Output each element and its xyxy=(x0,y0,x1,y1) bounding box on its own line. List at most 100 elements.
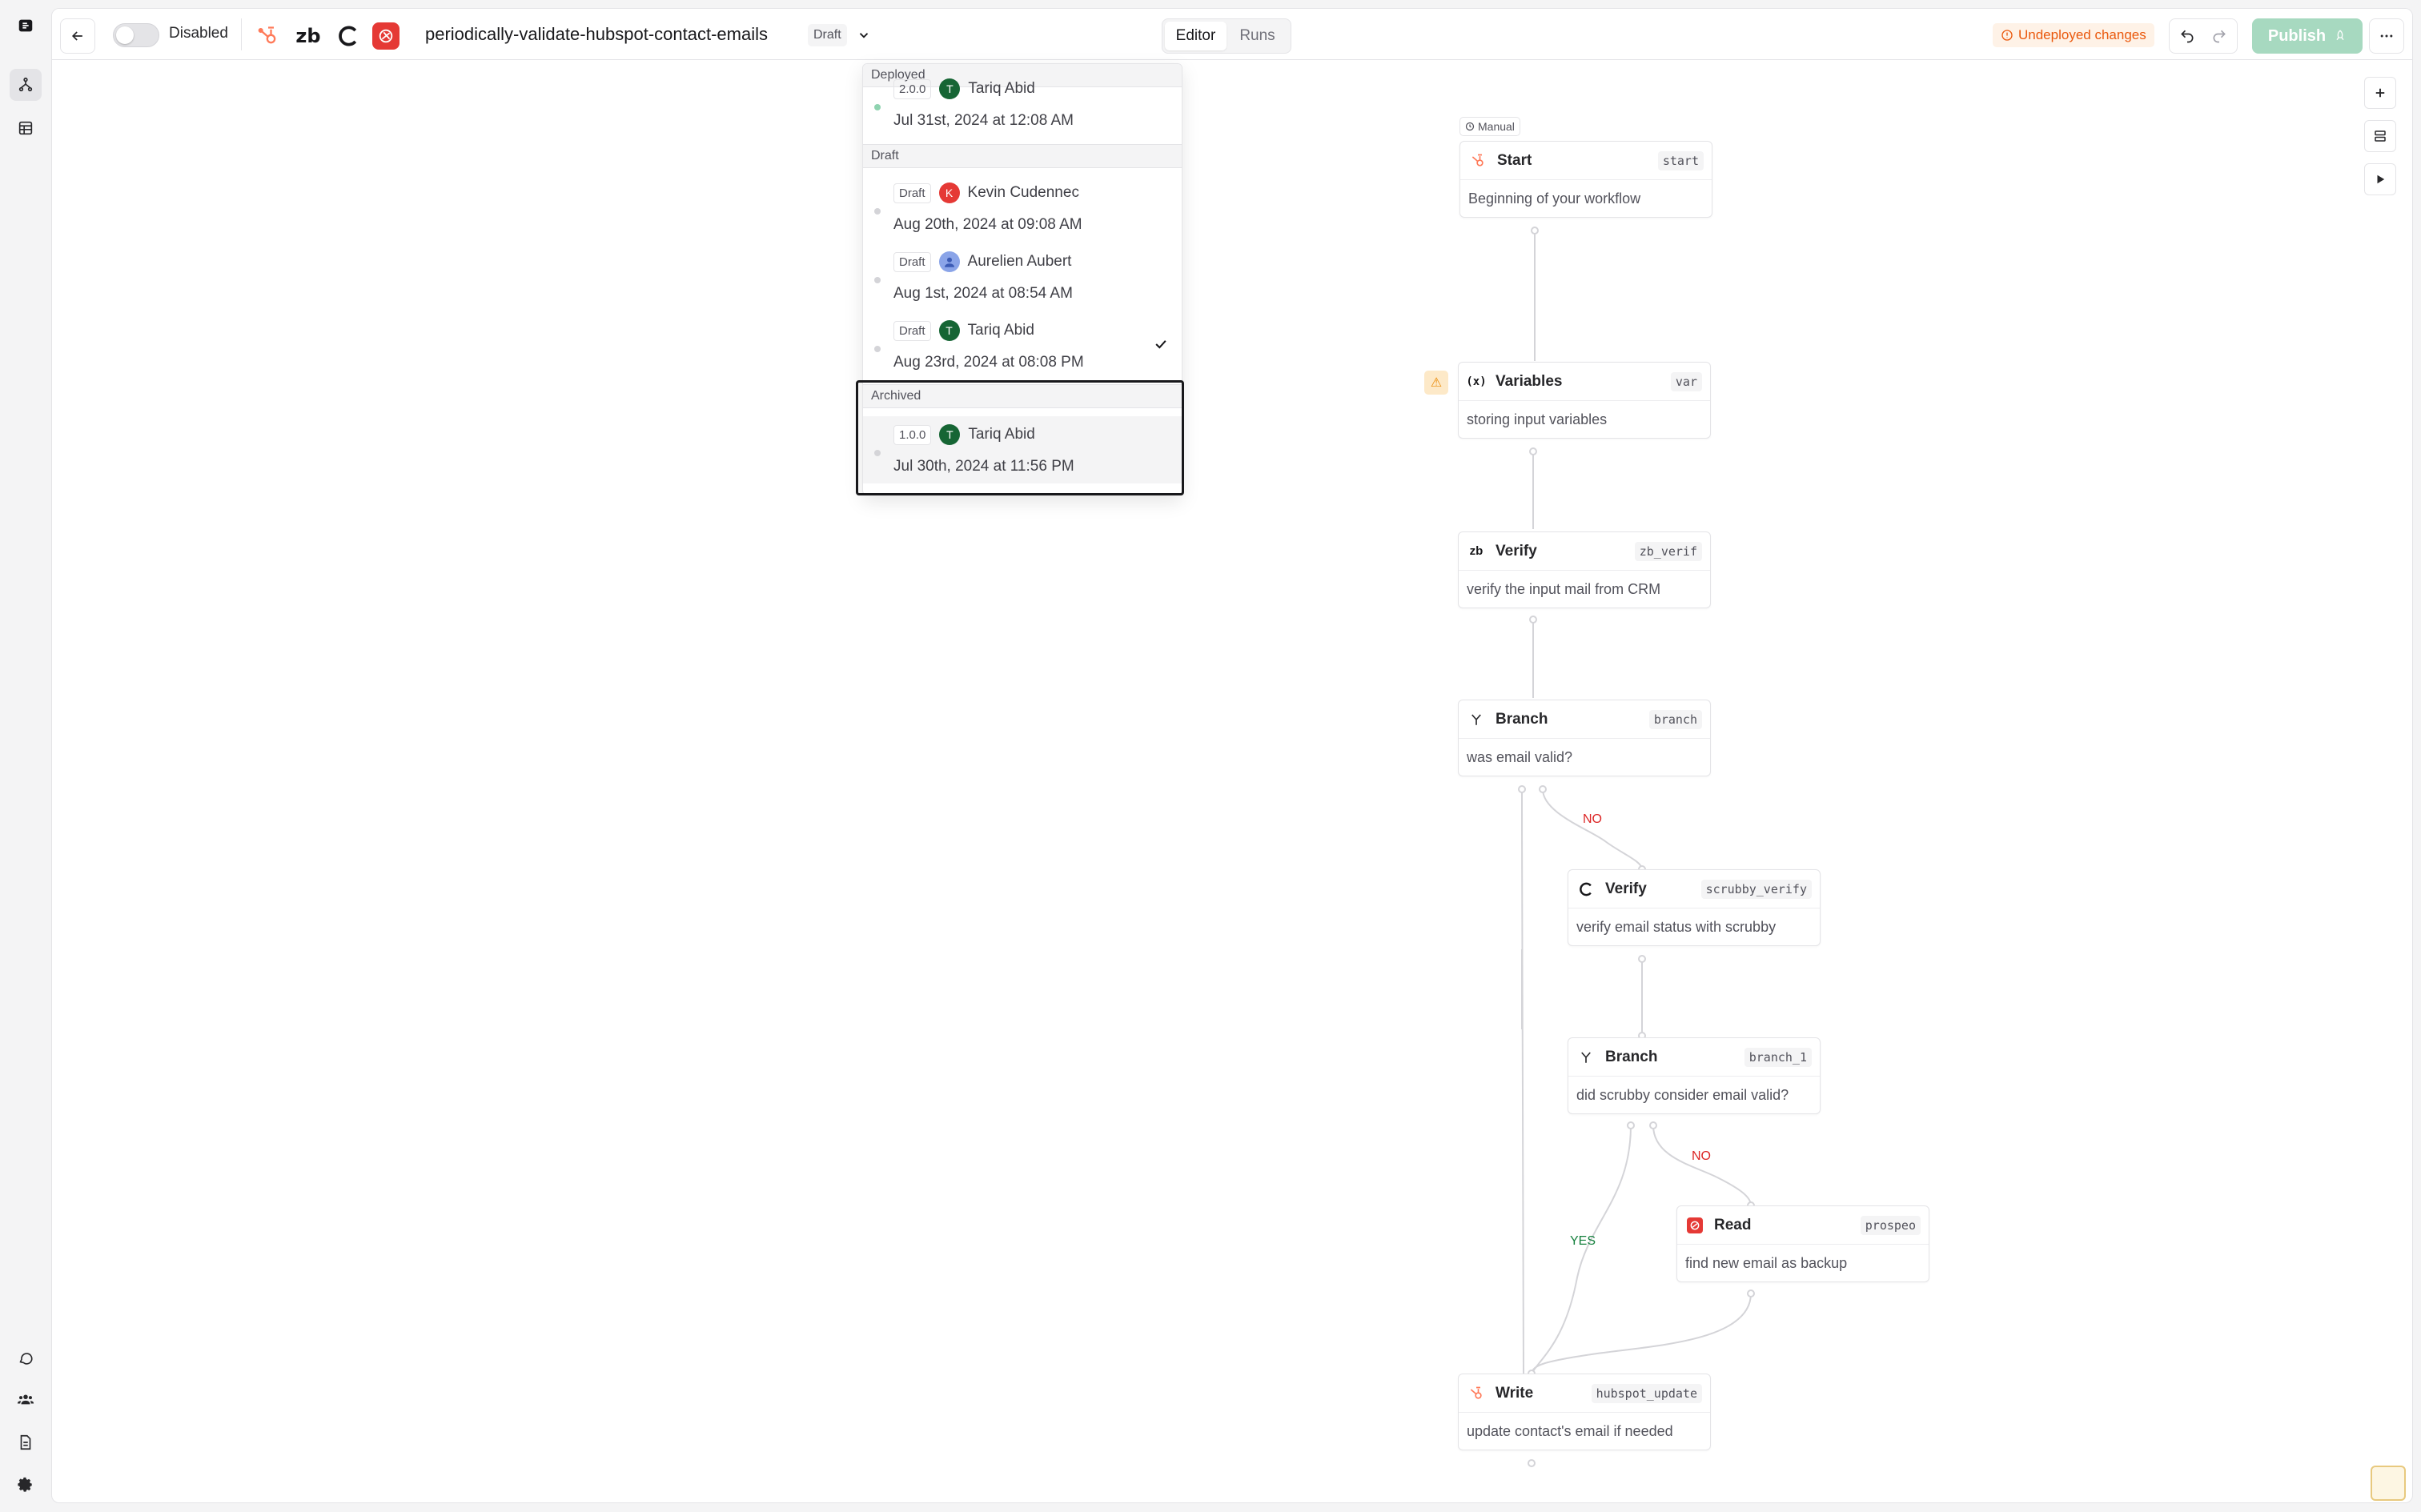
tab-editor[interactable]: Editor xyxy=(1165,22,1227,50)
status-dot xyxy=(874,346,881,352)
top-bar: Disabled zb periodically-validate-hubspo… xyxy=(52,9,2412,60)
edge-handle xyxy=(1649,1121,1657,1129)
edge-read-write xyxy=(1531,1293,1752,1374)
variables-icon: (x) xyxy=(1466,375,1487,388)
node-id: var xyxy=(1670,371,1702,391)
check-icon xyxy=(1155,340,1166,349)
node-read-prospeo[interactable]: Read prospeo find new email as backup xyxy=(1676,1205,1929,1282)
publish-button[interactable]: Publish xyxy=(2252,18,2363,54)
rocket-icon xyxy=(2336,30,2344,41)
node-name: Verify xyxy=(1605,880,1647,897)
undo-icon[interactable] xyxy=(2179,28,2195,44)
node-write-hubspot[interactable]: Write hubspot_update update contact's em… xyxy=(1458,1374,1711,1450)
node-description: find new email as backup xyxy=(1685,1254,1848,1271)
version-selector[interactable]: Draft xyxy=(808,23,871,47)
node-description: storing input variables xyxy=(1467,411,1608,427)
status-dot xyxy=(874,450,881,456)
main-panel: Disabled zb periodically-validate-hubspo… xyxy=(51,8,2413,1503)
avatar: T xyxy=(938,320,960,341)
manual-label: Manual xyxy=(1478,120,1515,133)
run-button[interactable] xyxy=(2364,163,2396,195)
scrubby-icon xyxy=(1576,880,1596,899)
version-item[interactable]: Draft K Kevin Cudennec Aug 20th, 2024 at… xyxy=(863,174,1182,242)
hubspot-icon xyxy=(1467,1384,1486,1403)
version-dropdown: Deployed 2.0.0 T Tariq Abid Jul 31st, 20… xyxy=(862,63,1182,495)
scrubby-icon xyxy=(332,20,364,52)
version-date: Jul 31st, 2024 at 12:08 AM xyxy=(893,112,1074,129)
divider xyxy=(241,18,242,50)
redo-icon[interactable] xyxy=(2211,28,2227,44)
node-name: Start xyxy=(1497,151,1532,169)
workflow-nav-icon[interactable] xyxy=(10,69,42,101)
version-item[interactable]: 1.0.0 T Tariq Abid Jul 30th, 2024 at 11:… xyxy=(863,416,1182,483)
enable-toggle[interactable] xyxy=(113,23,159,47)
undeployed-badge[interactable]: Undeployed changes xyxy=(1993,23,2154,47)
hubspot-icon xyxy=(252,20,284,52)
add-node-button[interactable] xyxy=(2364,77,2396,109)
edge-label-yes: YES xyxy=(1570,1234,1596,1248)
zerobounce-icon: zb xyxy=(1469,544,1484,558)
edge-handle xyxy=(1627,1121,1635,1129)
clock-icon xyxy=(1465,122,1475,131)
node-id: start xyxy=(1657,150,1704,170)
node-verify-scrubby[interactable]: Verify scrubby_verify verify email statu… xyxy=(1568,869,1821,946)
node-id: scrubby_verify xyxy=(1700,879,1812,899)
back-button[interactable] xyxy=(60,18,95,54)
node-name: Branch xyxy=(1496,710,1548,728)
avatar xyxy=(938,251,960,272)
author-name: Tariq Abid xyxy=(968,80,1035,97)
node-verify-zb[interactable]: zb Verify zb_verif verify the input mail… xyxy=(1458,531,1711,608)
settings-icon[interactable] xyxy=(10,1470,42,1502)
node-description: verify the input mail from CRM xyxy=(1467,580,1661,597)
version-item[interactable]: Draft Aurelien Aubert Aug 1st, 2024 at 0… xyxy=(863,243,1182,311)
left-rail xyxy=(0,0,51,1512)
node-name: Write xyxy=(1496,1384,1534,1402)
section-draft: Draft xyxy=(863,144,1182,168)
tab-runs[interactable]: Runs xyxy=(1227,22,1288,50)
database-icon xyxy=(2375,130,2386,142)
node-description: update contact's email if needed xyxy=(1467,1422,1673,1439)
avatar: T xyxy=(939,424,961,445)
node-branch[interactable]: Branch branch was email valid? xyxy=(1458,700,1711,776)
version-item-selected[interactable]: Draft T Tariq Abid Aug 23rd, 2024 at 08:… xyxy=(863,312,1182,379)
node-description: did scrubby consider email valid? xyxy=(1576,1086,1789,1103)
manual-trigger-badge[interactable]: Manual xyxy=(1459,117,1520,136)
edge-branch-yes-write xyxy=(1521,788,1524,1374)
view-switcher: Editor Runs xyxy=(1162,18,1291,54)
version-tag: 2.0.0 xyxy=(893,78,932,99)
workflow-canvas[interactable]: Manual ⚠ Start start Beginning of your w… xyxy=(52,61,2412,1502)
author-name: Tariq Abid xyxy=(967,322,1034,339)
branch-icon xyxy=(1467,710,1486,729)
more-button[interactable] xyxy=(2369,18,2404,54)
chat-icon[interactable] xyxy=(10,1342,42,1374)
minimap-toggle[interactable] xyxy=(2371,1466,2406,1501)
node-variables[interactable]: (x) Variables var storing input variable… xyxy=(1458,362,1711,439)
version-date: Aug 23rd, 2024 at 08:08 PM xyxy=(893,354,1084,371)
workflow-title[interactable]: periodically-validate-hubspot-contact-em… xyxy=(425,24,768,45)
version-item[interactable]: 2.0.0 T Tariq Abid Jul 31st, 2024 at 12:… xyxy=(863,70,1182,138)
node-name: Verify xyxy=(1496,542,1537,559)
table-nav-icon[interactable] xyxy=(10,112,42,144)
warning-icon[interactable]: ⚠ xyxy=(1424,371,1448,395)
node-id: branch xyxy=(1648,709,1702,729)
app-logo-icon[interactable] xyxy=(10,10,42,42)
node-branch-1[interactable]: Branch branch_1 did scrubby consider ema… xyxy=(1568,1037,1821,1114)
hubspot-icon xyxy=(1468,151,1488,170)
node-name: Read xyxy=(1714,1216,1752,1233)
edge-branch1-no-read xyxy=(1652,1125,1752,1206)
version-tag: 1.0.0 xyxy=(893,424,932,445)
user-icon xyxy=(944,257,954,267)
status-dot xyxy=(874,277,881,283)
docs-icon[interactable] xyxy=(10,1426,42,1458)
play-icon xyxy=(2377,174,2385,184)
storage-button[interactable] xyxy=(2364,120,2396,152)
section-archived: Archived xyxy=(863,384,1182,408)
node-name: Variables xyxy=(1496,372,1563,390)
edges-layer xyxy=(1518,227,1781,1467)
edge-handle xyxy=(1528,1459,1536,1467)
team-icon[interactable] xyxy=(10,1383,42,1415)
version-tag: Draft xyxy=(893,182,931,203)
toggle-label: Disabled xyxy=(169,25,228,42)
avatar: K xyxy=(938,182,960,203)
node-start[interactable]: Start start Beginning of your workflow xyxy=(1459,141,1712,218)
